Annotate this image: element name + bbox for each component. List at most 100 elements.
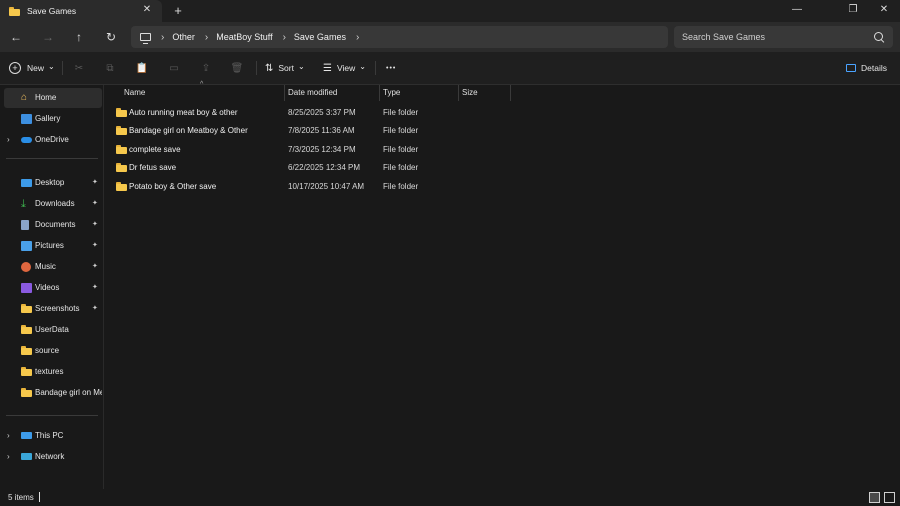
downloads-icon: ⤓ xyxy=(21,198,26,210)
title-bar: Save Games ✕ + — ❐ ✕ xyxy=(0,0,900,22)
breadcrumb-other[interactable]: Other xyxy=(172,32,195,42)
details-label: Details xyxy=(861,63,887,73)
column-divider[interactable] xyxy=(510,85,511,101)
videos-icon xyxy=(21,283,32,293)
sort-label: Sort xyxy=(278,63,294,73)
table-row[interactable]: Potato boy & Other save 10/17/2025 10:47… xyxy=(110,178,540,196)
folder-icon xyxy=(116,126,127,135)
folder-icon xyxy=(116,182,127,191)
sort-icon: ⇅ xyxy=(265,62,274,74)
tab-save-games[interactable]: Save Games ✕ xyxy=(0,0,162,22)
desktop-icon xyxy=(21,179,32,187)
computer-icon xyxy=(21,432,32,439)
sidebar-item-music[interactable]: Music ✦ xyxy=(4,257,102,277)
sidebar-item-videos[interactable]: Videos ✦ xyxy=(4,278,102,298)
sidebar-item-this-pc[interactable]: › This PC xyxy=(4,426,102,446)
pin-icon[interactable]: ✦ xyxy=(92,178,98,186)
chevron-down-icon: ⌄ xyxy=(297,61,305,71)
column-header-date-modified[interactable]: Date modified xyxy=(288,85,337,101)
sidebar-item-onedrive[interactable]: › OneDrive xyxy=(4,130,102,150)
view-button[interactable]: ☰ View ⌄ xyxy=(323,60,366,76)
plus-circle-icon: + xyxy=(9,62,21,74)
sidebar-item-pictures[interactable]: Pictures ✦ xyxy=(4,236,102,256)
sidebar-item-bandage-girl[interactable]: Bandage girl on Me xyxy=(4,383,102,403)
sidebar-item-textures[interactable]: textures xyxy=(4,362,102,382)
delete-icon[interactable]: 🗑 xyxy=(229,60,245,76)
column-divider[interactable] xyxy=(379,85,380,101)
chevron-right-icon: › xyxy=(161,31,165,43)
back-button[interactable]: ← xyxy=(7,28,25,46)
sidebar-divider xyxy=(6,415,98,416)
folder-icon xyxy=(116,108,127,117)
search-icon[interactable] xyxy=(874,32,883,41)
tab-close-button[interactable]: ✕ xyxy=(140,3,154,17)
pin-icon[interactable]: ✦ xyxy=(92,199,98,207)
pin-icon[interactable]: ✦ xyxy=(92,304,98,312)
column-header-type[interactable]: Type xyxy=(383,85,400,101)
folder-icon xyxy=(116,163,127,172)
sidebar-item-userdata[interactable]: UserData xyxy=(4,320,102,340)
forward-button[interactable]: → xyxy=(39,28,57,46)
address-bar[interactable]: › Other › MeatBoy Stuff › Save Games › xyxy=(131,26,668,48)
documents-icon xyxy=(21,220,29,230)
search-input[interactable] xyxy=(682,26,862,48)
command-bar: + New ⌄ ✂ ⧉ 📋 ▭ ⇪ 🗑 ⇅ Sort ⌄ ☰ View ⌄ ••… xyxy=(0,52,900,85)
folder-icon xyxy=(116,145,127,154)
sidebar-item-gallery[interactable]: Gallery xyxy=(4,109,102,129)
table-row[interactable]: complete save 7/3/2025 12:34 PM File fol… xyxy=(110,141,540,159)
sort-ascending-icon: ^ xyxy=(200,81,204,88)
new-button[interactable]: + New ⌄ xyxy=(9,60,55,76)
close-window-button[interactable]: ✕ xyxy=(870,2,898,18)
new-tab-button[interactable]: + xyxy=(170,3,186,19)
column-divider[interactable] xyxy=(284,85,285,101)
sidebar-item-home[interactable]: ⌂ Home xyxy=(4,88,102,108)
music-icon xyxy=(21,262,31,272)
more-options-button[interactable]: ••• xyxy=(386,60,396,76)
pin-icon[interactable]: ✦ xyxy=(92,220,98,228)
column-header-size[interactable]: Size xyxy=(462,85,478,101)
column-divider[interactable] xyxy=(458,85,459,101)
chevron-right-icon[interactable]: › xyxy=(205,32,208,43)
table-row[interactable]: Auto running meat boy & other 8/25/2025 … xyxy=(110,104,540,122)
chevron-right-icon[interactable]: › xyxy=(7,135,10,144)
gallery-icon xyxy=(21,114,32,124)
sort-button[interactable]: ⇅ Sort ⌄ xyxy=(265,60,305,76)
chevron-right-icon[interactable]: › xyxy=(283,32,286,43)
details-pane-button[interactable]: Details xyxy=(846,60,887,76)
refresh-button[interactable]: ↻ xyxy=(102,28,120,46)
tab-title: Save Games xyxy=(27,6,77,16)
pin-icon[interactable]: ✦ xyxy=(92,283,98,291)
sidebar-item-documents[interactable]: Documents ✦ xyxy=(4,215,102,235)
chevron-right-icon[interactable]: › xyxy=(7,431,10,440)
chevron-right-icon[interactable]: › xyxy=(7,452,10,461)
paste-icon[interactable]: 📋 xyxy=(134,60,150,76)
file-list: ^ Name Date modified Type Size Auto runn… xyxy=(104,81,900,489)
share-icon[interactable]: ⇪ xyxy=(198,60,214,76)
copy-icon[interactable]: ⧉ xyxy=(102,60,118,76)
navigation-bar: ← → ↑ ↻ › Other › MeatBoy Stuff › Save G… xyxy=(0,22,900,52)
sidebar-item-screenshots[interactable]: Screenshots ✦ xyxy=(4,299,102,319)
chevron-right-icon[interactable]: › xyxy=(356,32,359,43)
sidebar-item-source[interactable]: source xyxy=(4,341,102,361)
breadcrumb-save-games[interactable]: Save Games xyxy=(294,32,346,42)
search-box[interactable] xyxy=(674,26,893,48)
details-view-button[interactable] xyxy=(869,492,880,503)
cut-icon[interactable]: ✂ xyxy=(71,60,87,76)
sidebar-item-network[interactable]: › Network xyxy=(4,447,102,467)
up-button[interactable]: ↑ xyxy=(70,28,88,46)
minimize-button[interactable]: — xyxy=(783,2,811,18)
toolbar-divider xyxy=(62,61,63,75)
pin-icon[interactable]: ✦ xyxy=(92,241,98,249)
status-bar: 5 items xyxy=(0,489,900,506)
maximize-button[interactable]: ❐ xyxy=(839,2,867,18)
table-row[interactable]: Dr fetus save 6/22/2025 12:34 PM File fo… xyxy=(110,159,540,177)
large-icons-view-button[interactable] xyxy=(884,492,895,503)
sidebar-item-desktop[interactable]: Desktop ✦ xyxy=(4,173,102,193)
column-header-name[interactable]: Name xyxy=(124,85,145,101)
rename-icon[interactable]: ▭ xyxy=(166,60,182,76)
table-row[interactable]: Bandage girl on Meatboy & Other 7/8/2025… xyxy=(110,122,540,140)
pin-icon[interactable]: ✦ xyxy=(92,262,98,270)
sidebar-item-downloads[interactable]: ⤓ Downloads ✦ xyxy=(4,194,102,214)
item-count: 5 items xyxy=(8,493,34,502)
breadcrumb-meatboy-stuff[interactable]: MeatBoy Stuff xyxy=(216,32,272,42)
